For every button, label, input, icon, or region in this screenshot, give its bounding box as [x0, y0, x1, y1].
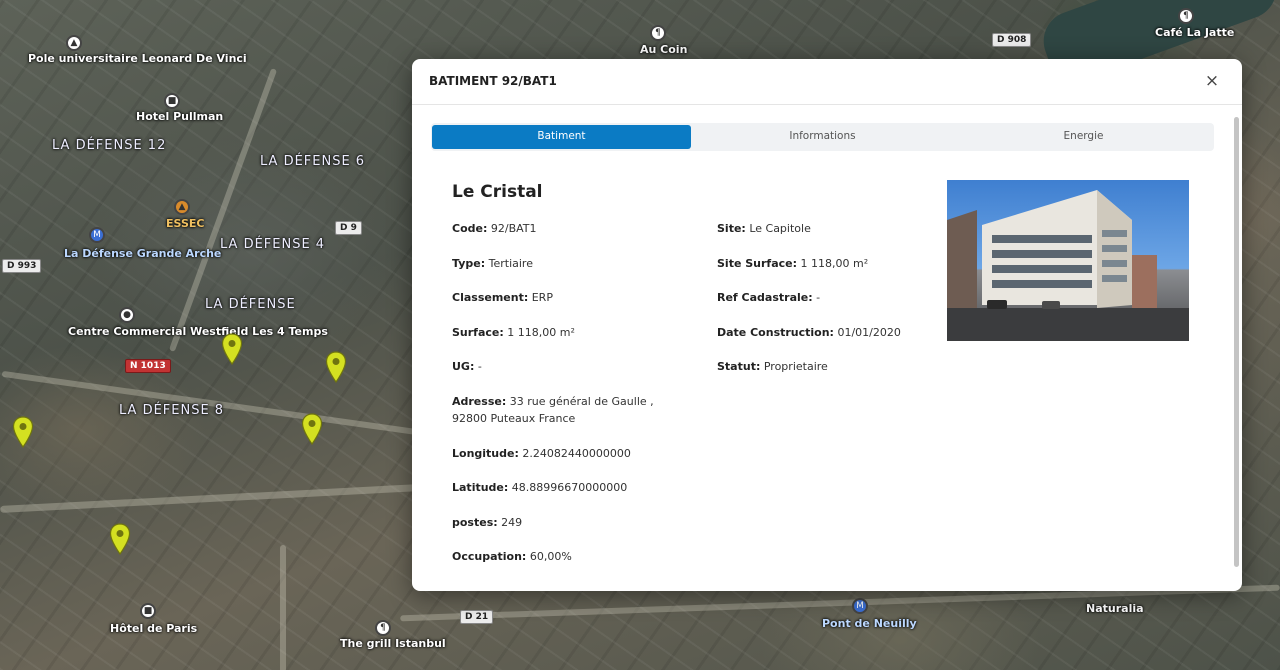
field-latitude: Latitude: 48.88996670000000 [452, 479, 692, 496]
field-code: Code: 92/BAT1 [452, 220, 692, 237]
field-value: Le Capitole [749, 222, 811, 235]
building-photo-illustration [947, 190, 1189, 341]
poi-label[interactable]: Au Coin [640, 43, 687, 56]
modal-scrollbar[interactable] [1233, 117, 1240, 587]
school-icon[interactable]: ▲ [174, 199, 190, 215]
tab-informations[interactable]: Informations [693, 125, 952, 149]
field-statut: Statut: Proprietaire [717, 358, 957, 375]
field-label: Site Surface: [717, 257, 798, 270]
map-marker-icon[interactable] [12, 416, 34, 448]
field-value: - [477, 360, 482, 373]
field-label: Code: [452, 222, 488, 235]
road-shield: N 1013 [125, 359, 171, 373]
metro-station-label[interactable]: La Défense Grande Arche [64, 247, 221, 260]
field-label: Type: [452, 257, 486, 270]
field-site-surface: Site Surface: 1 118,00 m² [717, 255, 957, 272]
restaurant-icon[interactable]: ¶ [375, 620, 391, 636]
road [0, 484, 420, 513]
field-classement: Classement: ERP [452, 289, 692, 306]
field-label: Site: [717, 222, 746, 235]
field-label: postes: [452, 516, 498, 529]
field-value: 92/BAT1 [490, 222, 537, 235]
field-longitude: Longitude: 2.24082440000000 [452, 445, 692, 462]
road-shield: D 9 [335, 221, 362, 235]
field-value: 2.24082440000000 [522, 447, 631, 460]
field-site: Site: Le Capitole [717, 220, 957, 237]
field-postes: postes: 249 [452, 514, 692, 531]
field-value: ERP [531, 291, 553, 304]
tab-bar: Batiment Informations Energie [431, 123, 1214, 151]
field-value: 48.88996670000000 [511, 481, 628, 494]
field-label: Statut: [717, 360, 761, 373]
scrollbar-thumb[interactable] [1234, 117, 1239, 567]
road-shield: D 993 [2, 259, 42, 273]
poi-label[interactable]: The grill Istanbul [340, 637, 446, 650]
field-label: Latitude: [452, 481, 509, 494]
metro-station-label[interactable]: Pont de Neuilly [822, 617, 917, 630]
field-label: Ref Cadastrale: [717, 291, 813, 304]
district-label: LA DÉFENSE 12 [52, 138, 167, 153]
field-label: Date Construction: [717, 326, 834, 339]
field-value: - [816, 291, 821, 304]
field-label: UG: [452, 360, 475, 373]
field-value: 249 [501, 516, 523, 529]
field-value: 60,00% [529, 550, 572, 563]
field-value: Proprietaire [763, 360, 828, 373]
field-label: Adresse: [452, 395, 507, 408]
hotel-icon[interactable]: ■ [140, 603, 156, 619]
map-marker-icon[interactable] [301, 413, 323, 445]
poi-label[interactable]: Pole universitaire Leonard De Vinci [28, 52, 247, 65]
field-label: Classement: [452, 291, 529, 304]
field-date-construction: Date Construction: 01/01/2020 [717, 324, 957, 341]
map-marker-icon[interactable] [221, 333, 243, 365]
field-ug: UG: - [452, 358, 692, 375]
field-label: Occupation: [452, 550, 527, 563]
close-icon[interactable]: × [1202, 71, 1222, 91]
shopping-icon[interactable]: ● [119, 307, 135, 323]
building-photo [947, 180, 1189, 341]
tab-energie[interactable]: Energie [954, 125, 1213, 149]
poi-label[interactable]: ESSEC [166, 217, 204, 230]
metro-icon[interactable]: M [852, 598, 868, 614]
district-label: LA DÉFENSE [205, 297, 296, 312]
field-value: 01/01/2020 [837, 326, 901, 339]
field-occupation: Occupation: 60,00% [452, 548, 692, 565]
road [280, 545, 286, 670]
hotel-icon[interactable]: ■ [164, 93, 180, 109]
field-surface: Surface: 1 118,00 m² [452, 324, 692, 341]
metro-icon[interactable]: M [89, 227, 105, 243]
district-label: LA DÉFENSE 8 [119, 403, 225, 418]
field-type: Type: Tertiaire [452, 255, 692, 272]
district-label: LA DÉFENSE 6 [260, 154, 366, 169]
building-details-modal: BATIMENT 92/BAT1 × Batiment Informations… [412, 59, 1242, 591]
poi-label[interactable]: Centre Commercial Westfield Les 4 Temps [68, 325, 328, 338]
tab-batiment[interactable]: Batiment [432, 125, 691, 149]
school-icon[interactable]: ▲ [66, 35, 82, 51]
map-marker-icon[interactable] [325, 351, 347, 383]
field-value: Tertiaire [488, 257, 533, 270]
field-adresse: Adresse: 33 rue général de Gaulle , 9280… [452, 393, 682, 427]
building-name: Le Cristal [452, 182, 543, 202]
restaurant-icon[interactable]: ¶ [650, 25, 666, 41]
modal-header: BATIMENT 92/BAT1 × [412, 59, 1242, 105]
poi-label[interactable]: Hotel Pullman [136, 110, 223, 123]
road-shield: D 908 [992, 33, 1032, 47]
field-ref-cadastrale: Ref Cadastrale: - [717, 289, 957, 306]
cafe-icon[interactable]: ¶ [1178, 8, 1194, 24]
poi-label[interactable]: Hôtel de Paris [110, 622, 197, 635]
modal-title: BATIMENT 92/BAT1 [429, 74, 557, 88]
field-value: 1 118,00 m² [507, 326, 575, 339]
map-marker-icon[interactable] [109, 523, 131, 555]
poi-label[interactable]: Café La Jatte [1155, 26, 1234, 39]
field-label: Surface: [452, 326, 504, 339]
field-label: Longitude: [452, 447, 519, 460]
field-value: 1 118,00 m² [800, 257, 869, 270]
district-label: LA DÉFENSE 4 [220, 237, 326, 252]
road-shield: D 21 [460, 610, 494, 624]
poi-label[interactable]: Naturalia [1086, 602, 1144, 615]
